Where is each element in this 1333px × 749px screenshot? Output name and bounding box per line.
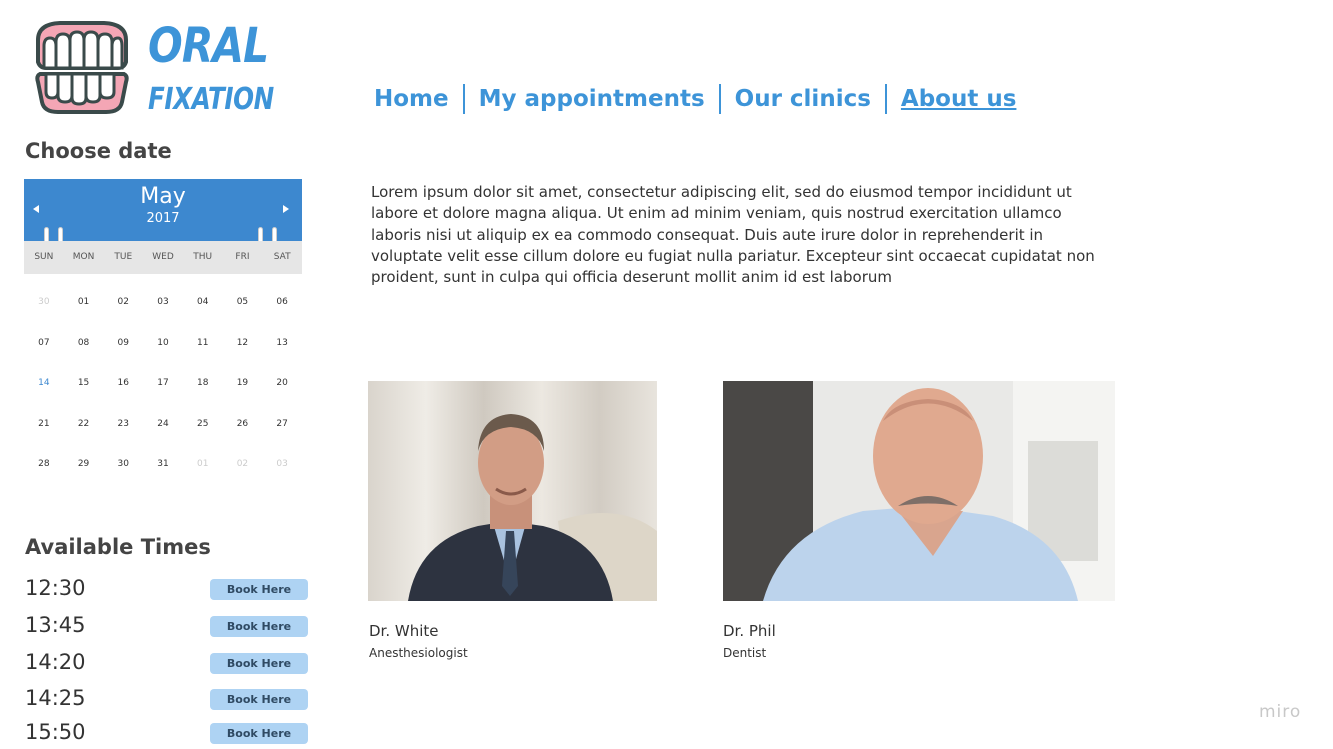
calendar-day-today[interactable]: 14	[24, 363, 64, 404]
calendar-day[interactable]: 07	[24, 323, 64, 364]
calendar-day[interactable]: 03	[262, 444, 302, 485]
teeth-logo-icon	[35, 21, 129, 114]
nav-about-us[interactable]: About us	[901, 86, 1017, 112]
calendar-day[interactable]: 09	[103, 323, 143, 364]
nav-our-clinics[interactable]: Our clinics	[735, 86, 871, 112]
dow-thu: THU	[193, 252, 213, 262]
calendar-day[interactable]: 01	[64, 282, 104, 323]
calendar-day[interactable]: 06	[262, 282, 302, 323]
dow-sun: SUN	[34, 252, 54, 262]
nav-home[interactable]: Home	[374, 86, 449, 112]
book-here-button[interactable]: Book Here	[210, 616, 308, 637]
calendar-year: 2017	[146, 211, 180, 226]
doctor-white-portrait-image	[368, 381, 657, 601]
doctor-name: Dr. White	[369, 622, 439, 640]
calendar-day[interactable]: 15	[64, 363, 104, 404]
days-of-week-row: SUN MON TUE WED THU FRI SAT	[24, 241, 302, 274]
calendar-day[interactable]: 22	[64, 404, 104, 445]
calendar-day[interactable]: 12	[223, 323, 263, 364]
doctor-role: Dentist	[723, 646, 767, 660]
dow-sat: SAT	[273, 252, 291, 262]
calendar-month: May	[140, 184, 186, 209]
main-nav: Home My appointments Our clinics About u…	[374, 84, 1016, 114]
time-slot-label: 14:25	[25, 686, 86, 710]
book-here-button[interactable]: Book Here	[210, 653, 308, 674]
time-slot: 12:30 Book Here	[25, 576, 310, 606]
time-slot: 13:45 Book Here	[25, 613, 310, 643]
doctor-phil-portrait-image	[723, 381, 1115, 601]
miro-watermark: miro	[1259, 702, 1302, 722]
doctor-photo	[368, 381, 657, 601]
dow-fri: FRI	[235, 252, 250, 262]
brand-name-line2: FIXATION	[148, 82, 274, 117]
calendar-day[interactable]: 16	[103, 363, 143, 404]
calendar-day-grid: 30 01 02 03 04 05 06 07 08 09 10 11 12 1…	[24, 282, 302, 485]
calendar-day[interactable]: 20	[262, 363, 302, 404]
time-slot-label: 14:20	[25, 650, 86, 674]
calendar-day[interactable]: 28	[24, 444, 64, 485]
book-here-button[interactable]: Book Here	[210, 689, 308, 710]
time-slot: 14:20 Book Here	[25, 650, 310, 680]
calendar-day[interactable]: 24	[143, 404, 183, 445]
calendar-day[interactable]: 04	[183, 282, 223, 323]
time-slot-label: 12:30	[25, 576, 86, 600]
calendar-day[interactable]: 23	[103, 404, 143, 445]
logo[interactable]: ORAL FIXATION	[30, 18, 274, 118]
time-slot-label: 15:50	[25, 720, 86, 744]
doctor-photo	[723, 381, 1115, 601]
calendar-day[interactable]: 30	[24, 282, 64, 323]
dow-wed: WED	[152, 252, 174, 262]
doctor-name: Dr. Phil	[723, 622, 776, 640]
calendar-day[interactable]: 31	[143, 444, 183, 485]
calendar-day[interactable]: 18	[183, 363, 223, 404]
date-picker-calendar: May 2017 SUN MON TUE WED THU FRI SAT 30 …	[24, 179, 302, 489]
calendar-day[interactable]: 10	[143, 323, 183, 364]
calendar-day[interactable]: 01	[183, 444, 223, 485]
calendar-day[interactable]: 19	[223, 363, 263, 404]
nav-divider	[462, 84, 465, 114]
calendar-day[interactable]: 08	[64, 323, 104, 364]
choose-date-heading: Choose date	[25, 139, 172, 163]
time-slot-label: 13:45	[25, 613, 86, 637]
dow-mon: MON	[72, 252, 95, 262]
time-slot: 14:25 Book Here	[25, 686, 310, 716]
calendar-day[interactable]: 02	[223, 444, 263, 485]
calendar-day[interactable]: 05	[223, 282, 263, 323]
calendar-day[interactable]: 13	[262, 323, 302, 364]
doctor-role: Anesthesiologist	[369, 646, 468, 660]
calendar-day[interactable]: 29	[64, 444, 104, 485]
calendar-day[interactable]: 11	[183, 323, 223, 364]
calendar-day[interactable]: 25	[183, 404, 223, 445]
available-times-heading: Available Times	[25, 535, 211, 559]
calendar-day[interactable]: 17	[143, 363, 183, 404]
book-here-button[interactable]: Book Here	[210, 723, 308, 744]
calendar-day[interactable]: 30	[103, 444, 143, 485]
dow-tue: TUE	[114, 252, 133, 262]
calendar-day[interactable]: 26	[223, 404, 263, 445]
nav-divider	[884, 84, 887, 114]
calendar-day[interactable]: 21	[24, 404, 64, 445]
nav-divider	[718, 84, 721, 114]
time-slot: 15:50 Book Here	[25, 720, 310, 749]
calendar-day[interactable]: 27	[262, 404, 302, 445]
calendar-day[interactable]: 03	[143, 282, 183, 323]
nav-my-appointments[interactable]: My appointments	[479, 86, 705, 112]
calendar-day[interactable]: 02	[103, 282, 143, 323]
brand-name-line1: ORAL	[148, 18, 269, 74]
next-month-arrow-icon[interactable]	[278, 201, 294, 217]
intro-paragraph: Lorem ipsum dolor sit amet, consectetur …	[371, 183, 1095, 287]
book-here-button[interactable]: Book Here	[210, 579, 308, 600]
